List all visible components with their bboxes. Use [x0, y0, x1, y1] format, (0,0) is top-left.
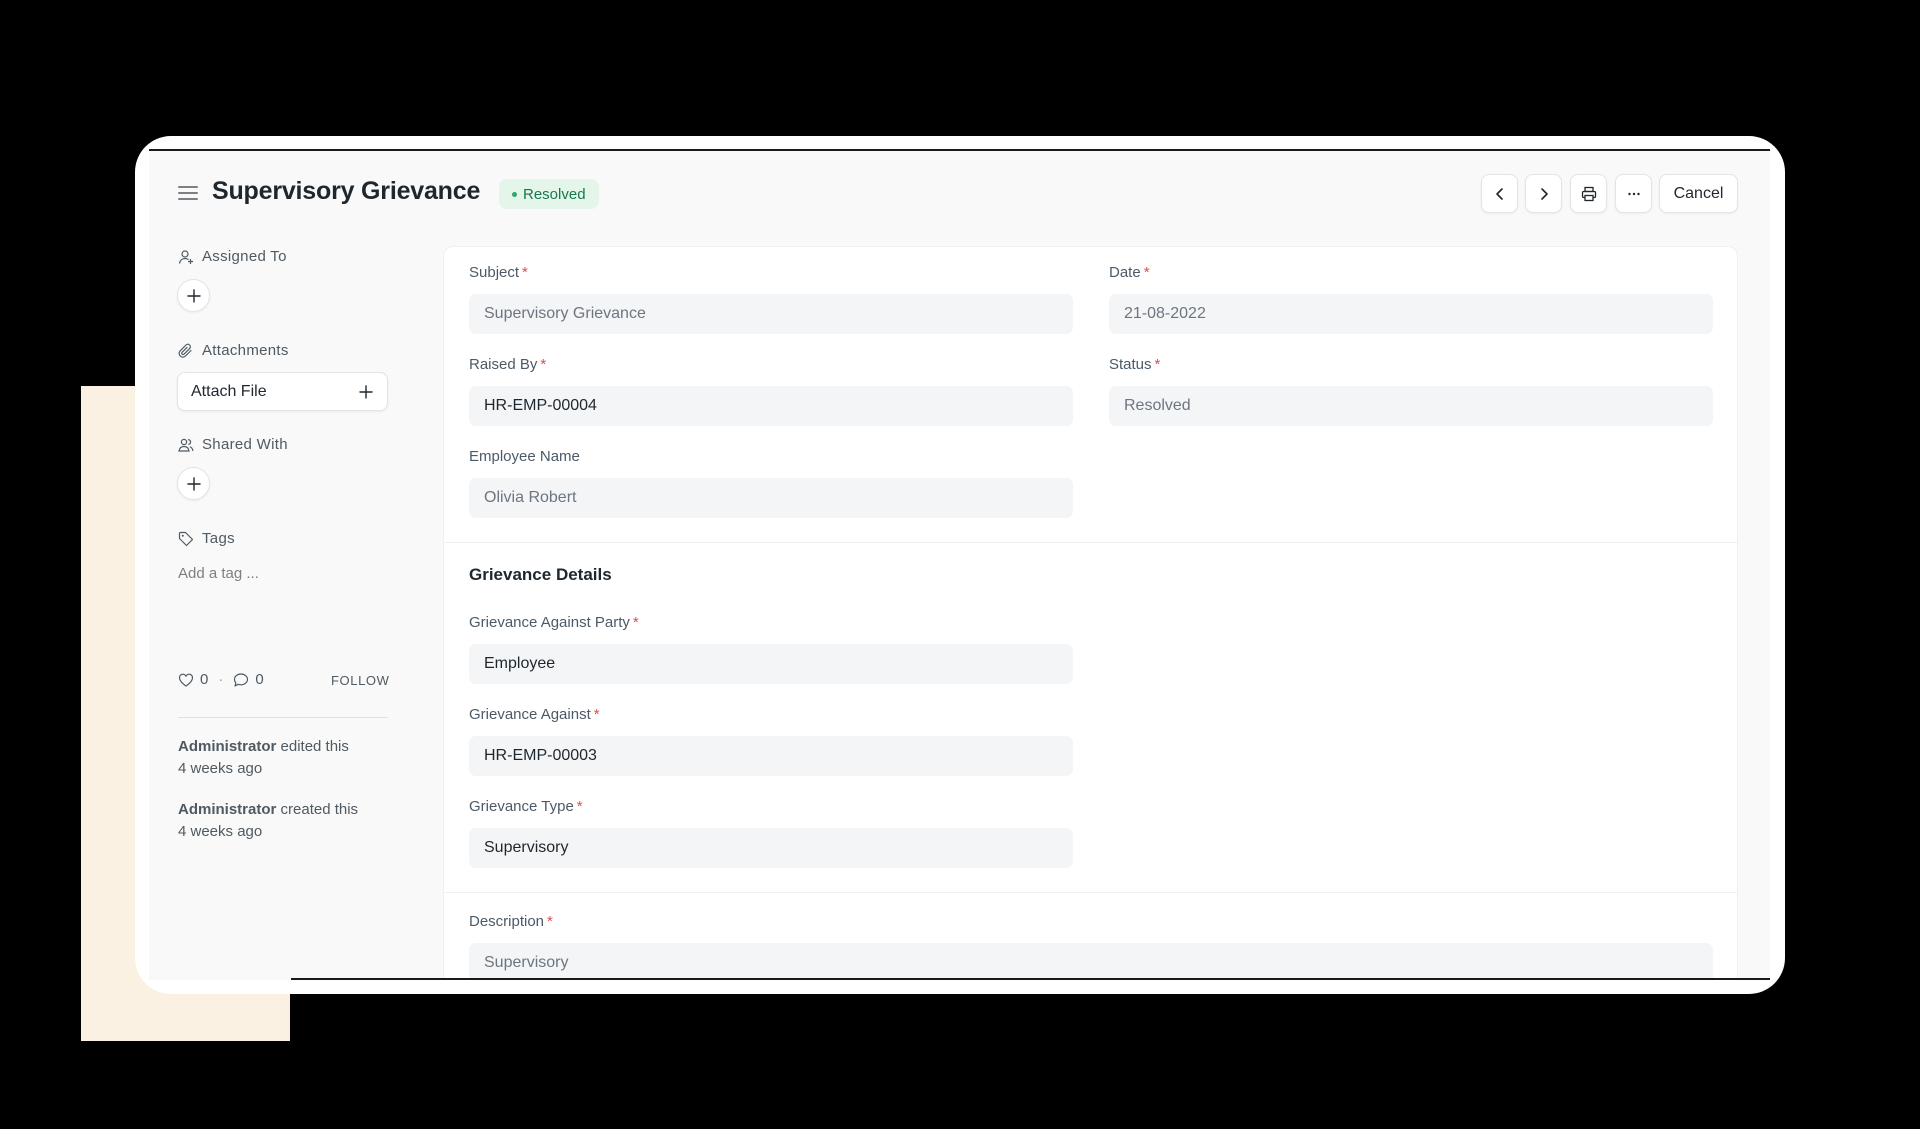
follow-button[interactable]: FOLLOW: [331, 673, 389, 688]
tags-label: Tags: [178, 530, 235, 547]
chevron-right-icon: [1540, 187, 1548, 200]
tags-text: Tags: [202, 530, 235, 547]
section-divider: [444, 542, 1737, 543]
grievance-against-label: Grievance Against *: [469, 706, 600, 723]
print-button[interactable]: [1570, 174, 1607, 213]
status-field[interactable]: Resolved: [1109, 386, 1713, 426]
hamburger-menu-icon[interactable]: [178, 186, 198, 202]
status-label: Status *: [1109, 356, 1161, 373]
description-label: Description *: [469, 913, 553, 930]
date-field[interactable]: 21-08-2022: [1109, 294, 1713, 334]
next-record-button[interactable]: [1525, 174, 1562, 213]
screen-top-border: [149, 149, 1770, 151]
attachments-label: Attachments: [178, 342, 289, 359]
heart-icon[interactable]: [178, 672, 194, 688]
previous-record-button[interactable]: [1481, 174, 1518, 213]
printer-icon: [1581, 186, 1596, 201]
add-share-button[interactable]: [177, 467, 210, 500]
paperclip-icon: [178, 343, 192, 358]
status-dot-icon: [512, 191, 517, 197]
raised-by-label: Raised By *: [469, 356, 547, 373]
activity-item: Administrator edited this 4 weeks ago: [178, 736, 398, 780]
activity-item: Administrator created this 4 weeks ago: [178, 799, 398, 843]
users-icon: [178, 438, 194, 452]
grievance-type-label: Grievance Type *: [469, 798, 583, 815]
grievance-type-field[interactable]: Supervisory: [469, 828, 1073, 868]
attach-file-label: Attach File: [191, 382, 267, 400]
date-label: Date *: [1109, 264, 1150, 281]
add-assignee-button[interactable]: [177, 279, 210, 312]
assigned-to-text: Assigned To: [202, 248, 287, 265]
likes-count: 0: [200, 671, 209, 688]
cancel-button[interactable]: Cancel: [1659, 174, 1738, 213]
activity-time: 4 weeks ago: [178, 760, 263, 777]
comments-count: 0: [255, 671, 264, 688]
grievance-against-party-label: Grievance Against Party *: [469, 614, 639, 631]
activity-user[interactable]: Administrator: [178, 738, 276, 755]
activity-time: 4 weeks ago: [178, 823, 263, 840]
description-field[interactable]: Supervisory: [469, 943, 1713, 980]
comment-icon[interactable]: [233, 672, 249, 688]
chevron-left-icon: [1495, 187, 1503, 200]
activity-action: created this: [276, 801, 359, 818]
add-tag-input[interactable]: Add a tag ...: [178, 565, 259, 582]
subject-field[interactable]: Supervisory Grievance: [469, 294, 1073, 334]
grievance-against-party-field[interactable]: Employee: [469, 644, 1073, 684]
activity-user[interactable]: Administrator: [178, 801, 276, 818]
sidebar-divider: [178, 717, 388, 718]
employee-name-label: Employee Name: [469, 448, 580, 465]
section-divider: [444, 892, 1737, 893]
assigned-to-label: Assigned To: [178, 248, 287, 265]
status-badge: Resolved: [499, 179, 599, 209]
shared-with-text: Shared With: [202, 436, 288, 453]
screen-bottom-border: [291, 978, 1770, 980]
plus-icon: [359, 384, 373, 399]
attachments-text: Attachments: [202, 342, 289, 359]
employee-name-field[interactable]: Olivia Robert: [469, 478, 1073, 518]
raised-by-field[interactable]: HR-EMP-00004: [469, 386, 1073, 426]
grievance-form: Subject * Supervisory Grievance Date * 21-…: [443, 246, 1738, 980]
social-stats: 0 · 0: [178, 671, 264, 688]
tag-icon: [178, 531, 194, 546]
stats-separator: ·: [218, 671, 224, 688]
attach-file-button[interactable]: Attach File: [177, 372, 388, 411]
section-title: Grievance Details: [469, 565, 612, 584]
subject-label: Subject *: [469, 264, 528, 281]
plus-icon: [186, 476, 201, 491]
plus-icon: [186, 288, 201, 303]
page-title: Supervisory Grievance: [212, 177, 481, 205]
more-actions-button[interactable]: [1615, 174, 1652, 213]
ellipsis-icon: [1627, 192, 1640, 195]
activity-action: edited this: [276, 738, 349, 755]
user-icon: [178, 249, 193, 264]
status-badge-label: Resolved: [523, 185, 586, 203]
app-screen: Supervisory Grievance Resolved Cancel As…: [149, 149, 1770, 980]
grievance-against-field[interactable]: HR-EMP-00003: [469, 736, 1073, 776]
shared-with-label: Shared With: [178, 436, 288, 453]
